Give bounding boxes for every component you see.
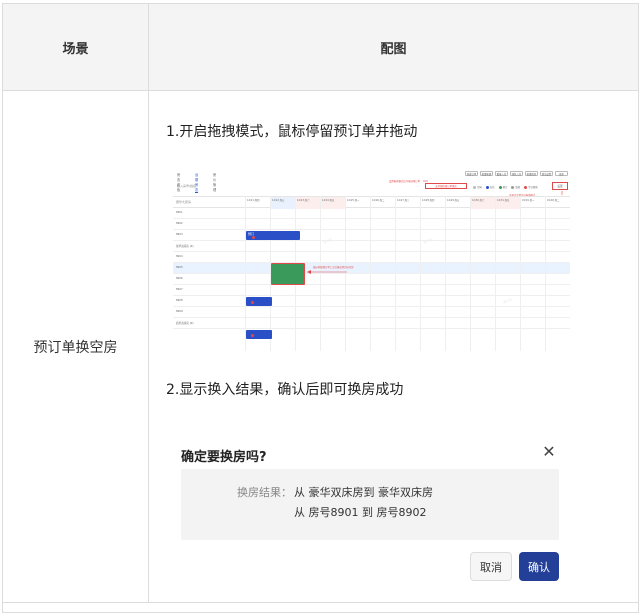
dialog-title: 确定要换房吗? — [181, 450, 267, 465]
image-cell: 1.开启拖拽模式，鼠标停留预订单并拖动 房态看板 远期房态 房价管理 新建订单 … — [149, 91, 638, 603]
table-header-row: 场景 配图 — [3, 4, 638, 91]
result-line-room-number: 从 房号8901 到 房号8902 — [294, 506, 427, 519]
table-row: 预订单换空房 1.开启拖拽模式，鼠标停留预订单并拖动 房态看板 远期房态 房价管… — [3, 91, 638, 603]
drag-arrow — [307, 270, 347, 274]
step-2-text: 2.显示换入结果，确认后即可换房成功 — [166, 382, 404, 398]
dialog-result-box: 换房结果： 从 豪华双床房到 豪华双床房 从 房号8901 到 房号8902 — [181, 469, 559, 540]
confirm-button[interactable]: 确认 — [519, 552, 559, 581]
result-label: 换房结果： — [237, 486, 292, 499]
close-icon[interactable]: ✕ — [541, 444, 557, 460]
cancel-button[interactable]: 取消 — [470, 552, 512, 581]
room-board-screenshot: 房态看板 远期房态 房价管理 新建订单 批量新建 散客入住 团队入住 批量排房 … — [173, 169, 570, 351]
confirm-dialog: 确定要换房吗? ✕ 换房结果： 从 豪华双床房到 豪华双床房 从 房号8901 … — [167, 431, 559, 586]
step-1-text: 1.开启拖拽模式，鼠标停留预订单并拖动 — [166, 124, 418, 140]
header-image: 配图 — [380, 42, 407, 57]
result-line-room-type: 从 豪华双床房到 豪华双床房 — [294, 486, 433, 499]
header-scene: 场景 — [3, 4, 149, 91]
scenario-table: 场景 配图 预订单换空房 1.开启拖拽模式，鼠标停留预订单并拖动 房态看板 远期… — [2, 3, 639, 613]
scene-cell: 预订单换空房 — [3, 91, 149, 603]
